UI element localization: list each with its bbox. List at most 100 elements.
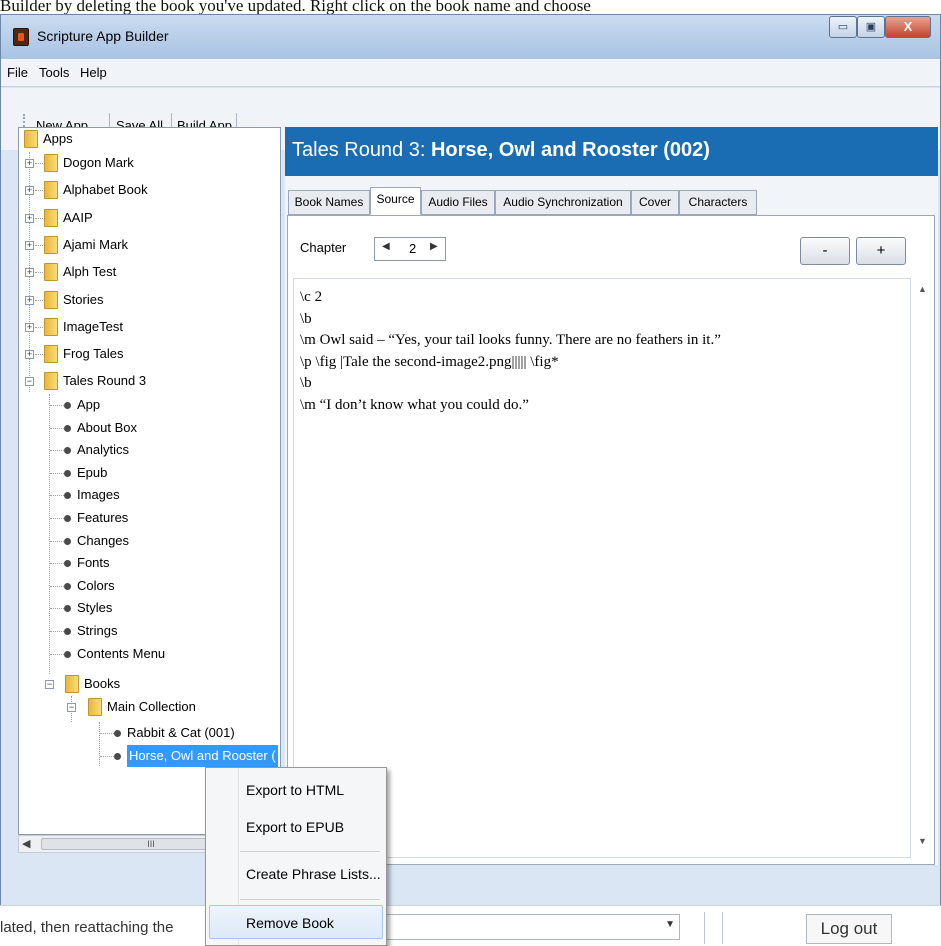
tree-line — [35, 300, 43, 301]
source-vertical-scrollbar[interactable]: ▲ ▼ — [912, 278, 932, 858]
tree-label: Alphabet Book — [63, 182, 148, 197]
title-bar: Scripture App Builder ▭ ▣ X — [1, 15, 940, 59]
menu-help[interactable]: Help — [80, 65, 107, 80]
tab-audio-synchronization[interactable]: Audio Synchronization — [495, 190, 631, 215]
tree-setting-item[interactable]: Changes — [19, 530, 279, 552]
tree-setting-item[interactable]: App — [19, 394, 279, 416]
tree-label: ImageTest — [63, 319, 123, 334]
tree-label: App — [77, 397, 101, 412]
tab-book-names[interactable]: Book Names — [288, 190, 370, 215]
source-line: \m Owl said – “Yes, your tail looks funn… — [300, 332, 721, 348]
tree-line — [35, 218, 43, 219]
expand-icon[interactable]: + — [25, 323, 34, 332]
window-title: Scripture App Builder — [37, 28, 169, 44]
tree-line — [35, 245, 43, 246]
menu-export-html[interactable]: Export to HTML — [206, 773, 386, 807]
maximize-button[interactable]: ▣ — [857, 16, 885, 38]
scroll-down-icon[interactable]: ▼ — [918, 836, 927, 846]
tree-label: About Box — [77, 420, 137, 435]
increase-chapter-button[interactable]: + — [856, 237, 906, 265]
dropdown-arrow-icon[interactable]: ▼ — [665, 919, 675, 930]
tree-main-collection[interactable]: − Main Collection — [19, 696, 279, 718]
tree-app-item[interactable]: + AAIP — [19, 207, 279, 229]
leaf-dot-icon — [64, 628, 71, 635]
tree-setting-item[interactable]: Images — [19, 484, 279, 506]
tree-app-item[interactable]: + ImageTest — [19, 316, 279, 338]
tree-app-item[interactable]: + Frog Tales — [19, 343, 279, 365]
minimize-button[interactable]: ▭ — [829, 16, 857, 38]
folder-icon — [44, 236, 58, 254]
tree-line — [50, 405, 64, 406]
expand-icon[interactable]: + — [25, 214, 34, 223]
collapse-icon[interactable]: − — [67, 703, 76, 712]
tab-characters[interactable]: Characters — [679, 190, 757, 215]
tree-setting-item[interactable]: Features — [19, 507, 279, 529]
expand-icon[interactable]: + — [25, 186, 34, 195]
tab-source[interactable]: Source — [370, 187, 421, 215]
scroll-up-icon[interactable]: ▲ — [918, 284, 927, 294]
folder-icon — [44, 372, 58, 390]
expand-icon[interactable]: + — [25, 296, 34, 305]
tree-label: Books — [84, 676, 121, 691]
menu-export-epub[interactable]: Export to EPUB — [206, 810, 386, 844]
tree-root-apps[interactable]: Apps — [19, 128, 279, 150]
tab-audio-files[interactable]: Audio Files — [421, 190, 495, 215]
tree-line — [50, 586, 64, 587]
menu-file[interactable]: File — [7, 65, 28, 80]
expand-icon[interactable]: + — [25, 268, 34, 277]
expand-icon[interactable]: + — [25, 159, 34, 168]
expand-icon[interactable]: + — [25, 350, 34, 359]
expand-icon[interactable]: + — [25, 241, 34, 250]
tree-setting-item[interactable]: Analytics — [19, 439, 279, 461]
close-button[interactable]: X — [885, 16, 931, 38]
tree-app-item[interactable]: + Dogon Mark — [19, 152, 279, 174]
tree-app-item[interactable]: + Stories — [19, 289, 279, 311]
tree-book-item-selected[interactable]: Horse, Owl and Rooster ( — [19, 745, 279, 767]
tree-setting-item[interactable]: Strings — [19, 620, 279, 642]
leaf-dot-icon — [64, 492, 71, 499]
decrease-chapter-button[interactable]: - — [800, 237, 850, 265]
tree-books-folder[interactable]: − Books — [19, 673, 279, 695]
folder-icon — [44, 181, 58, 199]
chapter-next-icon[interactable]: ▶ — [430, 241, 438, 252]
tree-line — [50, 608, 64, 609]
source-line: \c 2 — [300, 289, 323, 305]
logout-button[interactable]: Log out — [806, 914, 892, 944]
chapter-spinner[interactable]: ◀ 2 ▶ — [374, 237, 446, 261]
chapter-label: Chapter — [300, 240, 347, 255]
book-header: Tales Round 3: Horse, Owl and Rooster (0… — [285, 127, 938, 176]
folder-icon — [44, 154, 58, 172]
tree-line — [50, 563, 64, 564]
tree-line — [35, 163, 43, 164]
tree-app-item[interactable]: + Alphabet Book — [19, 179, 279, 201]
collapse-icon[interactable]: − — [45, 680, 54, 689]
tree-setting-item[interactable]: Epub — [19, 462, 279, 484]
tree-setting-item[interactable]: Colors — [19, 575, 279, 597]
tree-label: Apps — [43, 131, 73, 146]
tree-book-item[interactable]: Rabbit & Cat (001) — [19, 722, 279, 744]
menu-tools[interactable]: Tools — [39, 65, 69, 80]
collapse-icon[interactable]: − — [25, 377, 34, 386]
tree-setting-item[interactable]: Contents Menu — [19, 643, 279, 665]
menu-remove-book[interactable]: Remove Book — [209, 905, 383, 939]
tree-setting-item[interactable]: Fonts — [19, 552, 279, 574]
leaf-dot-icon — [114, 730, 121, 737]
menu-bar: File Tools Help — [1, 59, 940, 87]
chapter-value[interactable]: 2 — [409, 241, 416, 256]
tree-label: Epub — [77, 465, 108, 480]
tree-app-item[interactable]: + Ajami Mark — [19, 234, 279, 256]
tab-cover[interactable]: Cover — [631, 190, 679, 215]
tree-label: Alph Test — [63, 264, 117, 279]
chapter-prev-icon[interactable]: ◀ — [382, 241, 390, 252]
tree-setting-item[interactable]: About Box — [19, 417, 279, 439]
menu-create-phrase-lists[interactable]: Create Phrase Lists... — [206, 857, 386, 891]
project-tree[interactable]: Apps − Tales Round 3 − Books − Main Coll… — [18, 127, 281, 835]
tree-app-tales-round-3[interactable]: − Tales Round 3 — [19, 370, 279, 392]
tree-app-item[interactable]: + Alph Test — [19, 261, 279, 283]
scroll-left-icon[interactable]: ◀ — [22, 837, 30, 850]
tree-setting-item[interactable]: Styles — [19, 597, 279, 619]
tree-line — [50, 518, 64, 519]
book-editor-panel: Tales Round 3: Horse, Owl and Rooster (0… — [285, 127, 938, 865]
background-dropdown[interactable]: ▼ — [380, 914, 680, 940]
leaf-dot-icon — [64, 583, 71, 590]
